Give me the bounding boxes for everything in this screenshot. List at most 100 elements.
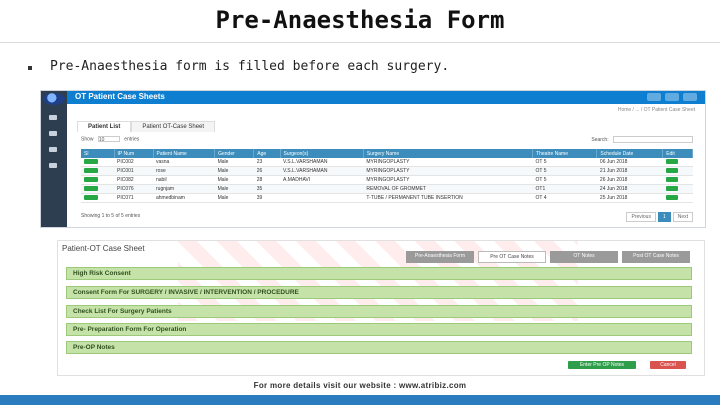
tab-patient-list[interactable]: Patient List: [77, 121, 132, 132]
enter-pre-op-notes-button[interactable]: Enter Pre OP Notes: [568, 361, 636, 369]
sidebar: [41, 91, 67, 227]
surgery-name: MYRINGOPLASTY: [363, 175, 533, 185]
gender: Male: [214, 166, 254, 176]
section-check-list[interactable]: Check List For Surgery Patients: [66, 305, 692, 318]
title-divider: [0, 42, 720, 43]
ot-case-sheets-screenshot: OT Patient Case Sheets Home / ... / OT P…: [40, 90, 706, 228]
col-patient-name[interactable]: Patient Name: [153, 149, 216, 158]
col-gender[interactable]: Gender: [214, 149, 255, 158]
gender: Male: [214, 184, 254, 194]
sidebar-settings-icon[interactable]: [49, 163, 57, 168]
tab-ot-notes[interactable]: OT Notes: [550, 251, 618, 263]
sidebar-home-icon[interactable]: [49, 115, 57, 120]
wheelchair-icon[interactable]: [84, 168, 98, 174]
ot-tabs: Patient List Patient OT-Case Sheet: [77, 121, 216, 132]
surgeon: A.MADHAVI: [280, 175, 364, 185]
section-consent-form[interactable]: Consent Form For SURGERY / INVASIVE / IN…: [66, 286, 692, 299]
section-pre-preparation-form[interactable]: Pre- Preparation Form For Operation: [66, 323, 692, 336]
wheelchair-icon[interactable]: [84, 195, 98, 201]
pagination: Previous 1 Next: [626, 212, 693, 222]
schedule-date: 06 Jun 2018: [596, 158, 663, 167]
tab-pre-ot-case-notes[interactable]: Pre OT Case Notes: [478, 251, 546, 263]
pager-page-button[interactable]: 1: [657, 212, 671, 222]
slide-title: Pre-Anaesthesia Form: [215, 6, 505, 34]
edit-cell: [662, 158, 693, 167]
edit-icon[interactable]: [665, 177, 678, 183]
wheelchair-icon[interactable]: [84, 186, 98, 192]
edit-cell: [662, 184, 693, 194]
age: 26: [253, 166, 280, 176]
sidebar-reports-icon[interactable]: [49, 147, 57, 152]
wheelchair-icon[interactable]: [84, 159, 98, 165]
section-pre-op-notes[interactable]: Pre-OP Notes: [66, 341, 692, 354]
tab-post-ot-case-notes[interactable]: Post OT Case Notes: [622, 251, 690, 263]
bullet-icon: [28, 66, 32, 70]
col-surgeons[interactable]: Surgeon(s): [280, 149, 364, 158]
table-row: PIC002 vasna Male 23 V.S.L.VARSHAMAN MYR…: [81, 158, 693, 167]
edit-cell: [662, 175, 693, 185]
section-high-risk-consent[interactable]: High Risk Consent: [66, 267, 692, 280]
theatre-name: OT 5: [532, 166, 597, 176]
ip-num: PIC076: [114, 184, 153, 194]
table-header-row: Sl IP Num Patient Name Gender Age Surgeo…: [81, 149, 693, 158]
ip-num: PIC002: [114, 158, 153, 167]
patient-name: rose: [153, 166, 215, 176]
search-input[interactable]: [613, 136, 693, 143]
ip-num: PIC001: [114, 166, 153, 176]
section-label: Pre-OP Notes: [73, 344, 115, 351]
schedule-date: 26 Jun 2018: [596, 175, 663, 185]
edit-icon[interactable]: [665, 186, 678, 192]
pager-next-button[interactable]: Next: [672, 212, 693, 222]
theatre-name: OT 4: [532, 193, 597, 203]
tab-patient-ot-case-sheet[interactable]: Patient OT-Case Sheet: [131, 121, 216, 132]
surgeon: V.S.L.VARSHAMAN: [280, 166, 364, 176]
row-action: [81, 175, 115, 185]
section-label: Pre- Preparation Form For Operation: [73, 326, 187, 333]
cancel-button[interactable]: Cancel: [650, 361, 686, 369]
footer-website-text: For more details visit our website : www…: [253, 381, 467, 390]
col-surgery-name[interactable]: Surgery Name: [363, 149, 534, 158]
table-row: PIC071 ahmedbinam Male 39 T-TUBE / PERMA…: [81, 193, 693, 203]
age: 23: [253, 158, 280, 167]
section-label: High Risk Consent: [73, 270, 131, 277]
edit-icon[interactable]: [665, 168, 678, 174]
surgery-name: T-TUBE / PERMANENT TUBE INSERTION: [363, 193, 533, 203]
notification-icon[interactable]: [647, 93, 661, 101]
section-label: Consent Form For SURGERY / INVASIVE / IN…: [73, 289, 299, 296]
col-ip-num[interactable]: IP Num: [114, 149, 154, 158]
col-schedule-date[interactable]: Schedule Date: [596, 149, 664, 158]
age: 39: [253, 193, 280, 203]
col-age[interactable]: Age: [253, 149, 281, 158]
page-title: OT Patient Case Sheets: [75, 92, 165, 101]
table-search: Search:: [591, 136, 693, 143]
col-sl[interactable]: Sl: [81, 149, 115, 158]
tab-pre-anaesthesia-form[interactable]: Pre-Anaesthesia Form: [406, 251, 474, 263]
row-action: [81, 166, 115, 176]
sidebar-patients-icon[interactable]: [49, 131, 57, 136]
surgery-name: MYRINGOPLASTY: [363, 166, 533, 176]
patient-name: ahmedbinam: [153, 193, 215, 203]
top-bar: OT Patient Case Sheets: [67, 91, 705, 104]
col-edit: Edit: [662, 149, 693, 158]
wheelchair-icon[interactable]: [84, 177, 98, 183]
breadcrumb: Home / ... / OT Patient Case Sheet: [617, 107, 695, 113]
col-theatre-name[interactable]: Theatre Name: [532, 149, 598, 158]
surgeon: V.S.L.VARSHAMAN: [280, 158, 364, 167]
edit-icon[interactable]: [665, 159, 678, 165]
edit-cell: [662, 166, 693, 176]
edit-icon[interactable]: [665, 195, 678, 201]
page-length-select[interactable]: 10: [97, 136, 120, 143]
schedule-date: 21 Jun 2018: [596, 166, 663, 176]
top-bar-actions: [647, 93, 697, 101]
case-sheet-tabs: Pre-Anaesthesia Form Pre OT Case Notes O…: [406, 251, 690, 263]
app-logo-icon: [43, 93, 65, 105]
messages-icon[interactable]: [665, 93, 679, 101]
case-sheet-screenshot: Patient-OT Case Sheet Pre-Anaesthesia Fo…: [57, 240, 705, 376]
surgeon: [280, 193, 364, 203]
pager-previous-button[interactable]: Previous: [626, 212, 656, 222]
edit-cell: [662, 193, 693, 203]
theatre-name: OT1: [532, 184, 597, 194]
table-row: PIC001 rose Male 26 V.S.L.VARSHAMAN MYRI…: [81, 166, 693, 176]
user-menu-icon[interactable]: [683, 93, 697, 101]
ip-num: PIC071: [114, 193, 153, 203]
